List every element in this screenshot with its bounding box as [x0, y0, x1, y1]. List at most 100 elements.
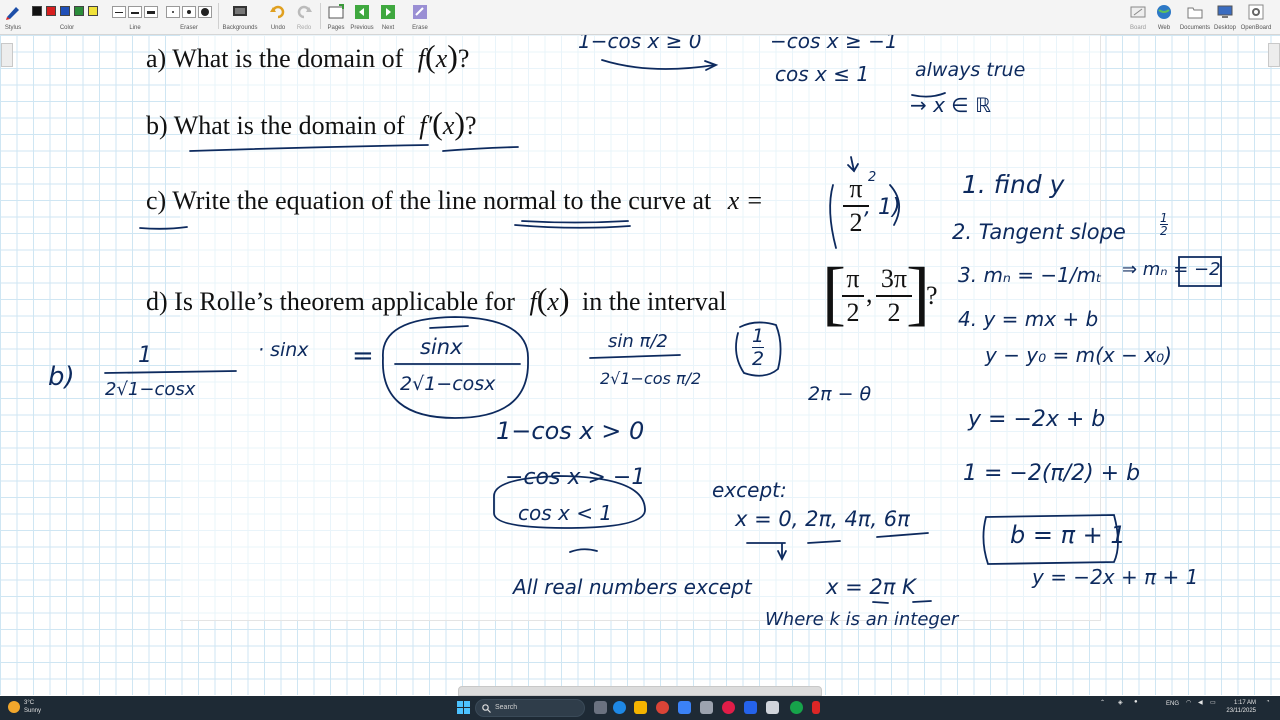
color-swatch-black[interactable]	[32, 6, 42, 16]
weather-condition: Sunny	[24, 708, 42, 714]
hw-step-2-frac-den: 2	[1160, 224, 1168, 238]
previous-page-icon	[355, 5, 369, 19]
eraser-small-button[interactable]	[166, 6, 180, 18]
folder-icon	[1187, 7, 1203, 19]
edge-browser-icon[interactable]	[613, 701, 626, 714]
clock-time: 1:17 AM	[1233, 700, 1256, 706]
hw-ineq-1: 1−cos x > 0	[496, 417, 645, 445]
board-button[interactable]: Board	[1126, 2, 1150, 32]
app-icon[interactable]	[722, 701, 735, 714]
bracket-stroke-left	[829, 184, 837, 249]
hw-step-2-frac: 1 2	[1160, 212, 1168, 237]
tray-chevron-icon[interactable]: ⌃	[1100, 699, 1105, 706]
toolbar: Stylus Color Line Eraser Backgrounds Und…	[0, 0, 1280, 35]
color-swatch-blue[interactable]	[60, 6, 70, 16]
task-view-icon[interactable]	[594, 701, 607, 714]
app-icon[interactable]	[678, 701, 691, 714]
line-thin-button[interactable]	[112, 6, 126, 18]
floating-toolbar-handle[interactable]	[458, 686, 822, 696]
color-label: Color	[59, 25, 75, 31]
hw-step-3: 3. mₙ = −1/mₜ	[958, 263, 1102, 287]
undo-icon	[270, 5, 285, 19]
documents-button[interactable]: Documents	[1178, 2, 1212, 32]
hw-two-pi: 2π − θ	[808, 383, 872, 405]
desktop-icon	[1217, 5, 1233, 18]
hw-step-2-frac-num: 1	[1160, 211, 1168, 225]
app-icon[interactable]	[700, 701, 713, 714]
line-group: Line	[110, 2, 160, 32]
app-icon[interactable]	[766, 701, 779, 714]
windows-start-icon[interactable]	[457, 701, 470, 714]
color-swatch-yellow[interactable]	[88, 6, 98, 16]
desktop-button[interactable]: Desktop	[1212, 2, 1238, 32]
color-swatch-green[interactable]	[74, 6, 84, 16]
pages-button[interactable]: Pages	[324, 2, 348, 32]
pages-label: Pages	[327, 25, 345, 31]
web-label: Web	[1157, 25, 1171, 31]
openboard-label: OpenBoard	[1240, 25, 1272, 31]
language-indicator[interactable]: ENG	[1166, 701, 1179, 707]
volume-icon[interactable]: ◀	[1198, 699, 1203, 706]
file-explorer-icon[interactable]	[634, 701, 647, 714]
erase-page-icon	[413, 5, 427, 19]
taskbar-search-box[interactable]: Search	[475, 699, 585, 717]
web-button[interactable]: Web	[1152, 2, 1176, 32]
hw-c-line-1: y = −2x + b	[968, 407, 1106, 432]
chrome-icon[interactable]	[656, 701, 669, 714]
hw-c-point-mark: 2	[868, 170, 877, 185]
hw-ineq-top-1: 1−cos x ≥ 0	[578, 35, 702, 53]
taskbar: 3°C Sunny Search ⌃ ◈ ● ENG ◠ ◀ ▭ 1:17 AM…	[0, 696, 1280, 720]
eraser-label: Eraser	[180, 25, 198, 31]
erase-label: Erase	[412, 25, 428, 31]
notification-bell-icon[interactable]: ◔	[1266, 699, 1270, 705]
weather-temp: 3°C	[24, 700, 35, 706]
next-label: Next	[381, 25, 395, 31]
stylus-button[interactable]: Stylus	[2, 2, 24, 32]
eraser-group: Eraser	[164, 2, 214, 32]
backgrounds-button[interactable]: Backgrounds	[222, 2, 258, 32]
whatsapp-icon[interactable]	[790, 701, 803, 714]
hw-always-true: always true	[915, 59, 1026, 81]
eraser-medium-button[interactable]	[182, 6, 196, 18]
hw-except-values: x = 0, 2π, 4π, 6π	[735, 507, 910, 531]
wifi-icon[interactable]: ◠	[1186, 699, 1191, 706]
next-button[interactable]: Next	[376, 2, 400, 32]
color-group: Color	[28, 2, 106, 32]
hw-b-den: 2√1−cosx	[105, 379, 196, 400]
hw-step-1: 1. find y	[962, 170, 1065, 199]
tray-icon[interactable]: ●	[1134, 699, 1138, 705]
color-swatch-red[interactable]	[46, 6, 56, 16]
clock-date: 23/11/2025	[1226, 708, 1256, 714]
battery-icon[interactable]: ▭	[1210, 699, 1216, 706]
search-icon	[482, 704, 491, 713]
app-icon[interactable]	[812, 701, 820, 714]
hw-all-real: All real numbers except	[513, 575, 752, 599]
app-icon[interactable]	[744, 701, 757, 714]
board-canvas[interactable]: a) What is the domain of f(x)? b) What i…	[0, 35, 1280, 695]
erase-button[interactable]: Erase	[407, 2, 433, 32]
search-placeholder: Search	[495, 704, 518, 711]
eraser-large-button[interactable]	[198, 6, 212, 18]
hw-b-circ-den: 2√1−cosx	[400, 373, 496, 395]
hw-b-num: 1	[138, 343, 152, 368]
hw-c-final: y = −2x + π + 1	[1032, 565, 1199, 589]
redo-button[interactable]: Redo	[292, 2, 316, 32]
settings-icon	[1248, 4, 1264, 20]
undo-button[interactable]: Undo	[266, 2, 290, 32]
openboard-button[interactable]: OpenBoard	[1240, 2, 1272, 32]
redo-label: Redo	[296, 25, 312, 31]
tray-icon[interactable]: ◈	[1118, 699, 1123, 706]
hw-ineq-top-2: −cos x ≥ −1	[770, 35, 898, 53]
line-thick-button[interactable]	[144, 6, 158, 18]
system-clock[interactable]: 1:17 AM 23/11/2025	[1226, 699, 1256, 715]
hw-x-eq-2pik: x = 2π K	[826, 575, 916, 599]
hw-where-k: Where k is an integer	[765, 609, 959, 630]
previous-button[interactable]: Previous	[349, 2, 375, 32]
hw-c-line-2: 1 = −2(π/2) + b	[963, 461, 1141, 486]
circled-fraction	[382, 316, 529, 419]
hw-b-sub-den: 2√1−cos π/2	[600, 369, 702, 388]
weather-widget[interactable]: 3°C Sunny	[24, 699, 41, 715]
documents-label: Documents	[1179, 25, 1211, 31]
board-label: Board	[1129, 25, 1146, 31]
line-medium-button[interactable]	[128, 6, 142, 18]
